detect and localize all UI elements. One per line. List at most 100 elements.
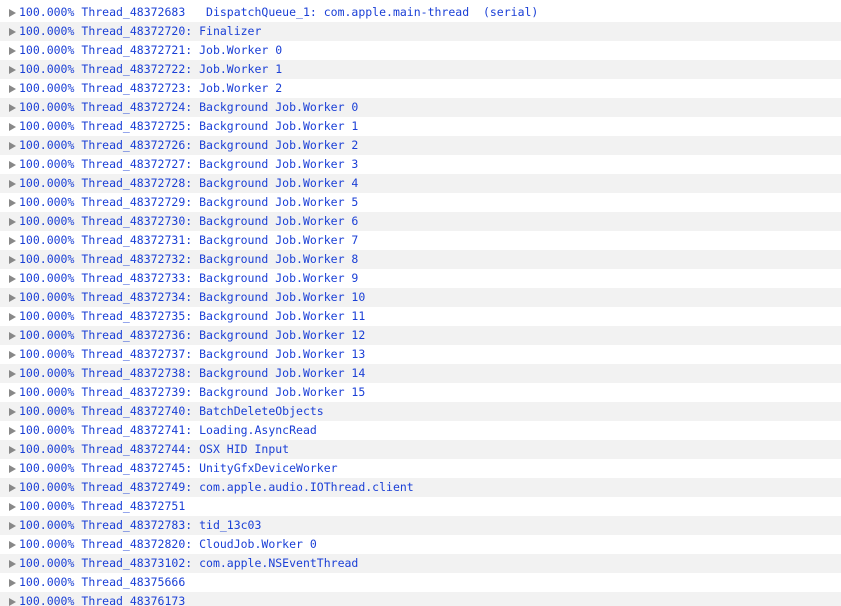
thread-label: Thread_48372733: Background Job.Worker 9 <box>81 271 359 285</box>
thread-row[interactable]: 100.000% Thread_48372726: Background Job.… <box>0 136 841 155</box>
disclosure-triangle-right-icon[interactable] <box>9 28 16 36</box>
disclosure-triangle-right-icon[interactable] <box>9 66 16 74</box>
thread-label: Thread_48372744: OSX HID Input <box>81 442 290 456</box>
disclosure-triangle-right-icon[interactable] <box>9 199 16 207</box>
disclosure-triangle-right-icon[interactable] <box>9 180 16 188</box>
thread-label: Thread_48372683 DispatchQueue_1: com.app… <box>81 5 539 19</box>
thread-row[interactable]: 100.000% Thread_48372683 DispatchQueue_1:… <box>0 3 841 22</box>
thread-percent: 100.000% <box>19 556 75 570</box>
thread-label: Thread_48376173 <box>81 594 186 606</box>
disclosure-triangle-right-icon[interactable] <box>9 256 16 264</box>
thread-row[interactable]: 100.000% Thread_48372751 <box>0 497 841 516</box>
thread-label: Thread_48372731: Background Job.Worker 7 <box>81 233 359 247</box>
thread-row[interactable]: 100.000% Thread_48372749: com.apple.audio… <box>0 478 841 497</box>
disclosure-triangle-right-icon[interactable] <box>9 218 16 226</box>
thread-row[interactable]: 100.000% Thread_48372745: UnityGfxDeviceW… <box>0 459 841 478</box>
disclosure-triangle-right-icon[interactable] <box>9 47 16 55</box>
thread-label: Thread_48372734: Background Job.Worker 1… <box>81 290 366 304</box>
disclosure-triangle-right-icon[interactable] <box>9 465 16 473</box>
thread-percent: 100.000% <box>19 43 75 57</box>
disclosure-triangle-right-icon[interactable] <box>9 123 16 131</box>
disclosure-triangle-right-icon[interactable] <box>9 161 16 169</box>
thread-label: Thread_48372736: Background Job.Worker 1… <box>81 328 366 342</box>
thread-label: Thread_48372751 <box>81 499 186 513</box>
disclosure-triangle-right-icon[interactable] <box>9 408 16 416</box>
thread-percent: 100.000% <box>19 575 75 589</box>
thread-label: Thread_48372725: Background Job.Worker 1 <box>81 119 359 133</box>
thread-percent: 100.000% <box>19 518 75 532</box>
thread-percent: 100.000% <box>19 100 75 114</box>
thread-row[interactable]: 100.000% Thread_48372731: Background Job.… <box>0 231 841 250</box>
thread-label: Thread_48372737: Background Job.Worker 1… <box>81 347 366 361</box>
thread-label: Thread_48372739: Background Job.Worker 1… <box>81 385 366 399</box>
thread-row[interactable]: 100.000% Thread_48372724: Background Job.… <box>0 98 841 117</box>
thread-list: 100.000% Thread_48372683 DispatchQueue_1:… <box>0 3 841 606</box>
thread-row[interactable]: 100.000% Thread_48372733: Background Job.… <box>0 269 841 288</box>
thread-row[interactable]: 100.000% Thread_48372722: Job.Worker 1 <box>0 60 841 79</box>
thread-row[interactable]: 100.000% Thread_48372744: OSX HID Input <box>0 440 841 459</box>
thread-percent: 100.000% <box>19 176 75 190</box>
disclosure-triangle-right-icon[interactable] <box>9 541 16 549</box>
thread-row[interactable]: 100.000% Thread_48373102: com.apple.NSEve… <box>0 554 841 573</box>
thread-row[interactable]: 100.000% Thread_48372729: Background Job.… <box>0 193 841 212</box>
thread-row[interactable]: 100.000% Thread_48372783: tid_13c03 <box>0 516 841 535</box>
thread-label: Thread_48372728: Background Job.Worker 4 <box>81 176 359 190</box>
disclosure-triangle-right-icon[interactable] <box>9 85 16 93</box>
disclosure-triangle-right-icon[interactable] <box>9 9 16 17</box>
disclosure-triangle-right-icon[interactable] <box>9 275 16 283</box>
thread-percent: 100.000% <box>19 252 75 266</box>
thread-label: Thread_48372720: Finalizer <box>81 24 262 38</box>
thread-row[interactable]: 100.000% Thread_48372728: Background Job.… <box>0 174 841 193</box>
thread-row[interactable]: 100.000% Thread_48372740: BatchDeleteObje… <box>0 402 841 421</box>
disclosure-triangle-right-icon[interactable] <box>9 332 16 340</box>
thread-label: Thread_48372730: Background Job.Worker 6 <box>81 214 359 228</box>
thread-percent: 100.000% <box>19 138 75 152</box>
thread-percent: 100.000% <box>19 214 75 228</box>
thread-row[interactable]: 100.000% Thread_48372737: Background Job.… <box>0 345 841 364</box>
thread-label: Thread_48372729: Background Job.Worker 5 <box>81 195 359 209</box>
disclosure-triangle-right-icon[interactable] <box>9 427 16 435</box>
thread-row[interactable]: 100.000% Thread_48372723: Job.Worker 2 <box>0 79 841 98</box>
disclosure-triangle-right-icon[interactable] <box>9 389 16 397</box>
thread-row[interactable]: 100.000% Thread_48372735: Background Job.… <box>0 307 841 326</box>
disclosure-triangle-right-icon[interactable] <box>9 370 16 378</box>
thread-label: Thread_48372724: Background Job.Worker 0 <box>81 100 359 114</box>
disclosure-triangle-right-icon[interactable] <box>9 579 16 587</box>
thread-row[interactable]: 100.000% Thread_48372734: Background Job.… <box>0 288 841 307</box>
thread-row[interactable]: 100.000% Thread_48372732: Background Job.… <box>0 250 841 269</box>
thread-row[interactable]: 100.000% Thread_48372730: Background Job.… <box>0 212 841 231</box>
disclosure-triangle-right-icon[interactable] <box>9 484 16 492</box>
thread-label: Thread_48372732: Background Job.Worker 8 <box>81 252 359 266</box>
thread-percent: 100.000% <box>19 442 75 456</box>
disclosure-triangle-right-icon[interactable] <box>9 560 16 568</box>
disclosure-triangle-right-icon[interactable] <box>9 237 16 245</box>
disclosure-triangle-right-icon[interactable] <box>9 104 16 112</box>
thread-label: Thread_48372727: Background Job.Worker 3 <box>81 157 359 171</box>
thread-percent: 100.000% <box>19 62 75 76</box>
disclosure-triangle-right-icon[interactable] <box>9 351 16 359</box>
thread-label: Thread_48372745: UnityGfxDeviceWorker <box>81 461 338 475</box>
disclosure-triangle-right-icon[interactable] <box>9 503 16 511</box>
thread-label: Thread_48372740: BatchDeleteObjects <box>81 404 324 418</box>
disclosure-triangle-right-icon[interactable] <box>9 598 16 606</box>
thread-label: Thread_48372820: CloudJob.Worker 0 <box>81 537 317 551</box>
thread-row[interactable]: 100.000% Thread_48376173 <box>0 592 841 606</box>
disclosure-triangle-right-icon[interactable] <box>9 142 16 150</box>
disclosure-triangle-right-icon[interactable] <box>9 294 16 302</box>
thread-row[interactable]: 100.000% Thread_48372820: CloudJob.Worker… <box>0 535 841 554</box>
thread-row[interactable]: 100.000% Thread_48375666 <box>0 573 841 592</box>
thread-percent: 100.000% <box>19 309 75 323</box>
disclosure-triangle-right-icon[interactable] <box>9 522 16 530</box>
thread-row[interactable]: 100.000% Thread_48372721: Job.Worker 0 <box>0 41 841 60</box>
thread-row[interactable]: 100.000% Thread_48372725: Background Job.… <box>0 117 841 136</box>
thread-row[interactable]: 100.000% Thread_48372738: Background Job.… <box>0 364 841 383</box>
disclosure-triangle-right-icon[interactable] <box>9 313 16 321</box>
thread-row[interactable]: 100.000% Thread_48372736: Background Job.… <box>0 326 841 345</box>
thread-row[interactable]: 100.000% Thread_48372741: Loading.AsyncRe… <box>0 421 841 440</box>
thread-percent: 100.000% <box>19 385 75 399</box>
thread-row[interactable]: 100.000% Thread_48372727: Background Job.… <box>0 155 841 174</box>
thread-percent: 100.000% <box>19 594 75 606</box>
disclosure-triangle-right-icon[interactable] <box>9 446 16 454</box>
thread-row[interactable]: 100.000% Thread_48372720: Finalizer <box>0 22 841 41</box>
thread-row[interactable]: 100.000% Thread_48372739: Background Job.… <box>0 383 841 402</box>
